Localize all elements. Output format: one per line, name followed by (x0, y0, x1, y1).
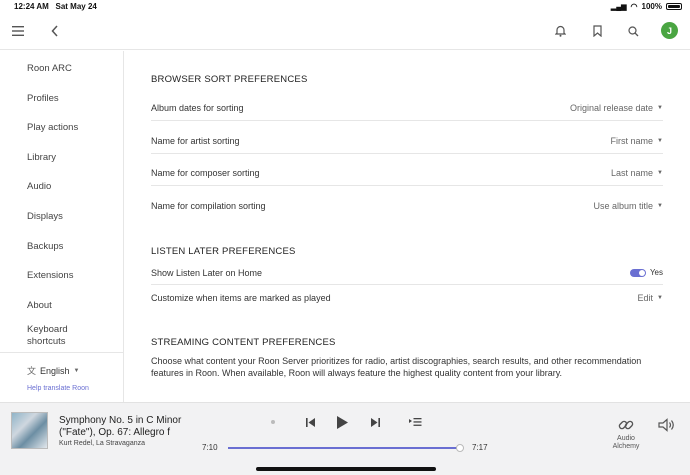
sidebar-item-play-actions[interactable]: Play actions (27, 122, 78, 134)
show-listen-later-row[interactable]: Show Listen Later on Home Yes (151, 261, 663, 285)
streaming-description: Choose what content your Roon Server pri… (151, 356, 642, 378)
compilation-sorting-row[interactable]: Name for compilation sorting Use album t… (151, 193, 663, 219)
seek-bar-fill (228, 447, 461, 449)
volume-icon[interactable] (657, 417, 677, 433)
settings-content: BROWSER SORT PREFERENCES Album dates for… (151, 51, 664, 402)
sidebar-item-library[interactable]: Library (27, 152, 56, 164)
menu-icon[interactable] (7, 20, 29, 42)
chevron-down-icon: ▼ (657, 295, 663, 301)
wifi-icon: ◠ (630, 2, 638, 11)
status-time: 12:24 AM (14, 2, 49, 11)
track-artist[interactable]: Kurt Redel, La Stravaganza (59, 440, 145, 447)
artist-sorting-label: Name for artist sorting (151, 135, 240, 146)
show-listen-later-label: Show Listen Later on Home (151, 267, 263, 278)
sidebar-item-roon-arc[interactable]: Roon ARC (27, 63, 72, 75)
composer-sorting-value: Last name (611, 167, 654, 178)
album-dates-value: Original release date (569, 102, 654, 113)
bookmark-icon[interactable] (586, 20, 608, 42)
search-icon[interactable] (622, 20, 644, 42)
customize-played-label: Customize when items are marked as playe… (151, 293, 331, 303)
status-bar: 12:24 AM Sat May 24 ▂▄▆ ◠ 100% (0, 0, 690, 12)
composer-sorting-label: Name for composer sorting (151, 167, 260, 178)
composer-sorting-dropdown[interactable]: Last name ▼ (611, 168, 663, 178)
home-indicator (256, 467, 436, 471)
composer-sorting-row[interactable]: Name for composer sorting Last name ▼ (151, 160, 663, 186)
link-icon (605, 415, 647, 435)
help-translate-link[interactable]: Help translate Roon (27, 385, 89, 392)
time-elapsed: 7:10 (202, 443, 218, 452)
bell-icon[interactable] (549, 20, 571, 42)
status-date: Sat May 24 (55, 2, 97, 11)
compilation-sorting-label: Name for compilation sorting (151, 201, 266, 211)
battery-percent: 100% (641, 2, 662, 11)
customize-played-value: Edit (637, 293, 654, 303)
time-total: 7:17 (472, 443, 488, 452)
back-arrow-icon[interactable] (44, 20, 66, 42)
next-icon[interactable] (368, 415, 382, 429)
sidebar-item-about[interactable]: About (27, 300, 52, 312)
toggle-switch[interactable] (629, 268, 646, 277)
translate-icon: 文 (27, 366, 37, 376)
album-dates-label: Album dates for sorting (151, 102, 244, 113)
listen-later-title: LISTEN LATER PREFERENCES (151, 246, 296, 257)
compilation-sorting-dropdown[interactable]: Use album title ▼ (594, 201, 663, 211)
language-label: English (40, 365, 70, 376)
queue-icon[interactable] (407, 415, 423, 429)
sidebar-item-backups[interactable]: Backups (27, 241, 63, 253)
chevron-down-icon: ▼ (657, 203, 663, 209)
sidebar-item-profiles[interactable]: Profiles (27, 93, 59, 105)
seek-bar[interactable] (228, 444, 465, 452)
album-dates-row[interactable]: Album dates for sorting Original release… (151, 95, 663, 121)
settings-sidebar: Roon ARC Profiles Play actions Library A… (0, 51, 124, 402)
customize-played-dropdown[interactable]: Edit ▼ (638, 293, 663, 303)
customize-played-row[interactable]: Customize when items are marked as playe… (151, 286, 663, 310)
chevron-down-icon: ▼ (73, 367, 80, 374)
artist-sorting-dropdown[interactable]: First name ▼ (611, 136, 663, 146)
album-art[interactable] (11, 412, 48, 449)
sidebar-item-displays[interactable]: Displays (27, 211, 63, 223)
radio-dot-icon[interactable] (268, 417, 278, 427)
chevron-down-icon: ▼ (657, 169, 663, 176)
artist-sorting-value: First name (610, 135, 654, 146)
sidebar-divider (0, 352, 123, 353)
sidebar-item-keyboard-shortcuts[interactable]: Keyboard shortcuts (27, 324, 87, 348)
album-dates-dropdown[interactable]: Original release date ▼ (570, 103, 663, 113)
audio-alchemy-button[interactable]: Audio Alchemy (605, 415, 647, 451)
streaming-title: STREAMING CONTENT PREFERENCES (151, 337, 336, 348)
avatar[interactable]: J (661, 22, 678, 39)
browser-sort-title: BROWSER SORT PREFERENCES (151, 74, 308, 85)
top-bar: J (0, 12, 690, 50)
audio-alchemy-label: Audio Alchemy (612, 435, 640, 450)
sidebar-item-extensions[interactable]: Extensions (27, 270, 73, 282)
previous-icon[interactable] (303, 415, 317, 429)
show-listen-later-value: Yes (649, 268, 663, 277)
artist-sorting-row[interactable]: Name for artist sorting First name ▼ (151, 128, 663, 154)
now-playing-bar: Symphony No. 5 in C Minor ("Fate"), Op. … (0, 402, 690, 475)
status-indicators: ▂▄▆ ◠ 100% (611, 2, 682, 11)
show-listen-later-toggle[interactable]: Yes (629, 268, 663, 277)
chevron-down-icon: ▼ (657, 137, 663, 144)
compilation-sorting-value: Use album title (593, 201, 654, 211)
play-icon[interactable] (333, 413, 351, 431)
chevron-down-icon: ▼ (657, 104, 663, 111)
battery-icon (666, 3, 682, 10)
seek-bar-knob[interactable] (456, 444, 465, 452)
language-selector[interactable]: 文 English ▼ (27, 364, 80, 377)
signal-icon: ▂▄▆ (610, 3, 627, 11)
sidebar-item-audio[interactable]: Audio (27, 181, 51, 193)
track-title[interactable]: Symphony No. 5 in C Minor ("Fate"), Op. … (59, 415, 199, 439)
status-time-date: 12:24 AM Sat May 24 (14, 2, 97, 11)
